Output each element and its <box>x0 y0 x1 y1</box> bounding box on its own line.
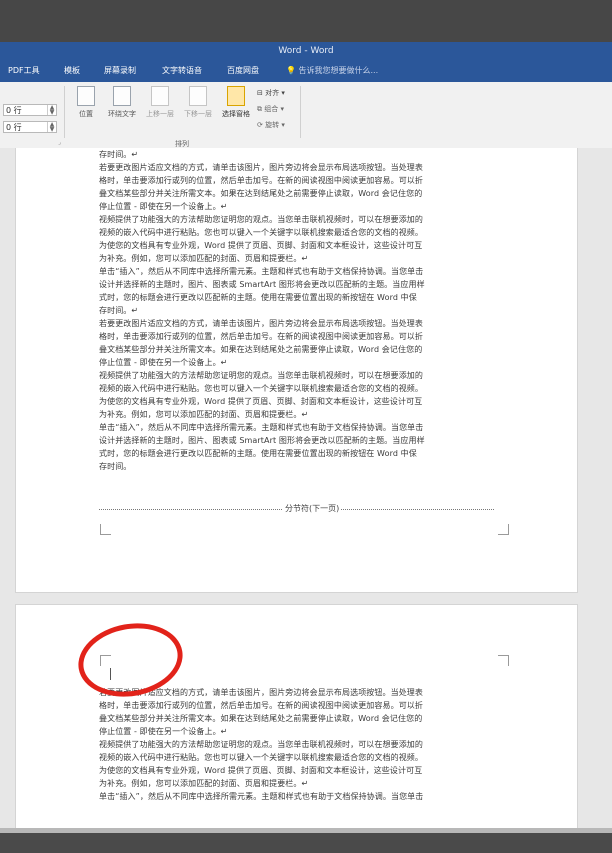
text-line: 为使您的文档具有专业外观，Word 提供了页眉、页脚、封面和文本框设计，这些设计… <box>99 241 423 250</box>
ribbon-divider <box>64 86 65 138</box>
margin-marker <box>498 524 509 535</box>
spacing-after-value: 0 行 <box>6 123 22 132</box>
section-break-label: 分节符(下一页) <box>283 503 342 514</box>
text-line: 叠文档某些部分并关注所需文本。如果在达到结尾处之前需要停止读取，Word 会记住… <box>99 189 423 198</box>
chevron-down-icon: ▾ <box>279 121 285 129</box>
text-line: 式时，您的标题会进行更改以匹配新的主题。使用在需要位置出现的新按钮在 Word … <box>99 293 417 302</box>
page2-body-text[interactable]: 若要更改图片适应文档的方式，请单击该图片，图片旁边将会显示布局选项按钮。当处理表… <box>99 686 494 803</box>
align-icon: ⊟ <box>257 89 266 97</box>
text-line: 存时间。 <box>99 462 132 471</box>
wrap-text-label: 环绕文字 <box>108 110 136 118</box>
window-title: Word - Word <box>0 42 612 60</box>
selection-pane-button[interactable]: 选择窗格 <box>218 86 254 119</box>
rotate-icon: ⟳ <box>257 121 266 129</box>
tab-baidu-netdisk[interactable]: 百度网盘 <box>227 65 259 76</box>
align-label: 对齐 <box>265 89 280 97</box>
position-label: 位置 <box>79 110 93 118</box>
text-line: 停止位置 - 即使在另一个设备上。↵ <box>99 202 228 211</box>
send-backward-button[interactable]: 下移一层 <box>180 86 216 119</box>
text-line: 单击“插入”，然后从不同库中选择所需元素。主题和样式也有助于文档保持协调。当您单… <box>99 792 424 801</box>
margin-marker <box>100 524 111 535</box>
bring-forward-icon <box>151 86 169 106</box>
tell-me-box[interactable]: 💡 告诉我您想要做什么... <box>286 65 378 76</box>
rotate-button[interactable]: ⟳ 旋转 ▾ <box>257 120 285 130</box>
os-bottom-bar <box>0 828 612 853</box>
text-line: 式时，您的标题会进行更改以匹配新的主题。使用在需要位置出现的新按钮在 Word … <box>99 449 417 458</box>
chevron-down-icon: ▾ <box>279 89 285 97</box>
status-strip <box>0 828 612 833</box>
position-icon <box>77 86 95 106</box>
text-line: 存时间。↵ <box>99 150 139 159</box>
selection-pane-icon <box>227 86 245 106</box>
text-line: 视频的嵌入代码中进行粘贴。您也可以键入一个关键字以联机搜索最适合您的文档的视频。 <box>99 228 423 237</box>
ribbon-tabs: PDF工具 模板 屏幕录制 文字转语音 百度网盘 💡 告诉我您想要做什么... <box>0 60 612 82</box>
wrap-text-icon <box>113 86 131 106</box>
dialog-launcher-icon[interactable]: ⌟ <box>58 139 61 146</box>
text-line: 视频的嵌入代码中进行粘贴。您也可以键入一个关键字以联机搜索最适合您的文档的视频。 <box>99 753 423 762</box>
align-button[interactable]: ⊟ 对齐 ▾ <box>257 88 285 98</box>
text-line: 格时，单击要添加行或列的位置，然后单击加号。在新的阅读视图中阅读更加容易。可以折 <box>99 701 423 710</box>
ribbon-divider <box>300 86 301 138</box>
tab-templates[interactable]: 模板 <box>64 65 80 76</box>
text-line: 视频提供了功能强大的方法帮助您证明您的观点。当您单击联机视频时，可以在想要添加的 <box>99 371 423 380</box>
rotate-label: 旋转 <box>265 121 280 129</box>
text-line: 若要更改图片适应文档的方式，请单击该图片，图片旁边将会显示布局选项按钮。当处理表 <box>99 319 423 328</box>
text-line: 视频的嵌入代码中进行粘贴。您也可以键入一个关键字以联机搜索最适合您的文档的视频。 <box>99 384 423 393</box>
text-line: 格时，单击要添加行或列的位置，然后单击加号。在新的阅读视图中阅读更加容易。可以折 <box>99 176 423 185</box>
text-line: 存时间。↵ <box>99 306 139 315</box>
text-line: 为补充。例如，您可以添加匹配的封面、页眉和提要栏。↵ <box>99 410 309 419</box>
send-backward-label: 下移一层 <box>184 110 212 118</box>
text-line: 停止位置 - 即使在另一个设备上。↵ <box>99 727 228 736</box>
spacing-before-value: 0 行 <box>6 106 22 115</box>
text-line: 单击“插入”，然后从不同库中选择所需元素。主题和样式也有助于文档保持协调。当您单… <box>99 423 424 432</box>
text-line: 为补充。例如，您可以添加匹配的封面、页眉和提要栏。↵ <box>99 779 309 788</box>
tab-pdf-tools[interactable]: PDF工具 <box>8 65 40 76</box>
send-backward-icon <box>189 86 207 106</box>
spinner-arrows-icon[interactable]: ▲ ▼ <box>47 105 56 116</box>
text-line: 若要更改图片适应文档的方式，请单击该图片，图片旁边将会显示布局选项按钮。当处理表 <box>99 163 423 172</box>
group-label-text: 组合 <box>264 105 279 113</box>
spacing-before-input[interactable]: 0 行 ▲ ▼ <box>3 104 57 116</box>
text-line: 视频提供了功能强大的方法帮助您证明您的观点。当您单击联机视频时，可以在想要添加的 <box>99 215 423 224</box>
text-line: 叠文档某些部分并关注所需文本。如果在达到结尾处之前需要停止读取，Word 会记住… <box>99 714 423 723</box>
text-line: 设计并选择新的主题时，图片、图表或 SmartArt 图形将会更改以匹配新的主题… <box>99 436 425 445</box>
text-line: 单击“插入”，然后从不同库中选择所需元素。主题和样式也有助于文档保持协调。当您单… <box>99 267 424 276</box>
tab-text-to-speech[interactable]: 文字转语音 <box>162 65 202 76</box>
text-line: 格时，单击要添加行或列的位置，然后单击加号。在新的阅读视图中阅读更加容易。可以折 <box>99 332 423 341</box>
text-line: 设计并选择新的主题时，图片、图表或 SmartArt 图形将会更改以匹配新的主题… <box>99 280 425 289</box>
chevron-down-icon: ▾ <box>278 105 284 113</box>
text-line: 为使您的文档具有专业外观，Word 提供了页眉、页脚、封面和文本框设计，这些设计… <box>99 397 423 406</box>
margin-marker <box>498 655 509 666</box>
ribbon: 0 行 ▲ ▼ 0 行 ▲ ▼ 位置 环绕文字 上移一层 下移一层 选择窗格 ⊟ 对… <box>0 82 612 149</box>
os-top-bar <box>0 0 612 42</box>
text-line: 为补充。例如，您可以添加匹配的封面、页眉和提要栏。↵ <box>99 254 309 263</box>
position-button[interactable]: 位置 <box>72 86 100 119</box>
text-line: 叠文档某些部分并关注所需文本。如果在达到结尾处之前需要停止读取，Word 会记住… <box>99 345 423 354</box>
bring-forward-label: 上移一层 <box>146 110 174 118</box>
spinner-arrows-icon[interactable]: ▲ ▼ <box>47 122 56 133</box>
text-line: 视频提供了功能强大的方法帮助您证明您的观点。当您单击联机视频时，可以在想要添加的 <box>99 740 423 749</box>
lightbulb-icon: 💡 <box>286 66 299 75</box>
text-line: 停止位置 - 即使在另一个设备上。↵ <box>99 358 228 367</box>
tab-screen-record[interactable]: 屏幕录制 <box>104 65 136 76</box>
selection-pane-label: 选择窗格 <box>222 110 250 118</box>
page1-body-text[interactable]: 存时间。↵ 若要更改图片适应文档的方式，请单击该图片，图片旁边将会显示布局选项按钮… <box>99 148 494 473</box>
bring-forward-button[interactable]: 上移一层 <box>142 86 178 119</box>
text-line: 为使您的文档具有专业外观，Word 提供了页眉、页脚、封面和文本框设计，这些设计… <box>99 766 423 775</box>
wrap-text-button[interactable]: 环绕文字 <box>104 86 140 119</box>
spacing-after-input[interactable]: 0 行 ▲ ▼ <box>3 121 57 133</box>
tell-me-text: 告诉我您想要做什么... <box>298 66 379 75</box>
group-button[interactable]: ⧉ 组合 ▾ <box>257 104 284 114</box>
